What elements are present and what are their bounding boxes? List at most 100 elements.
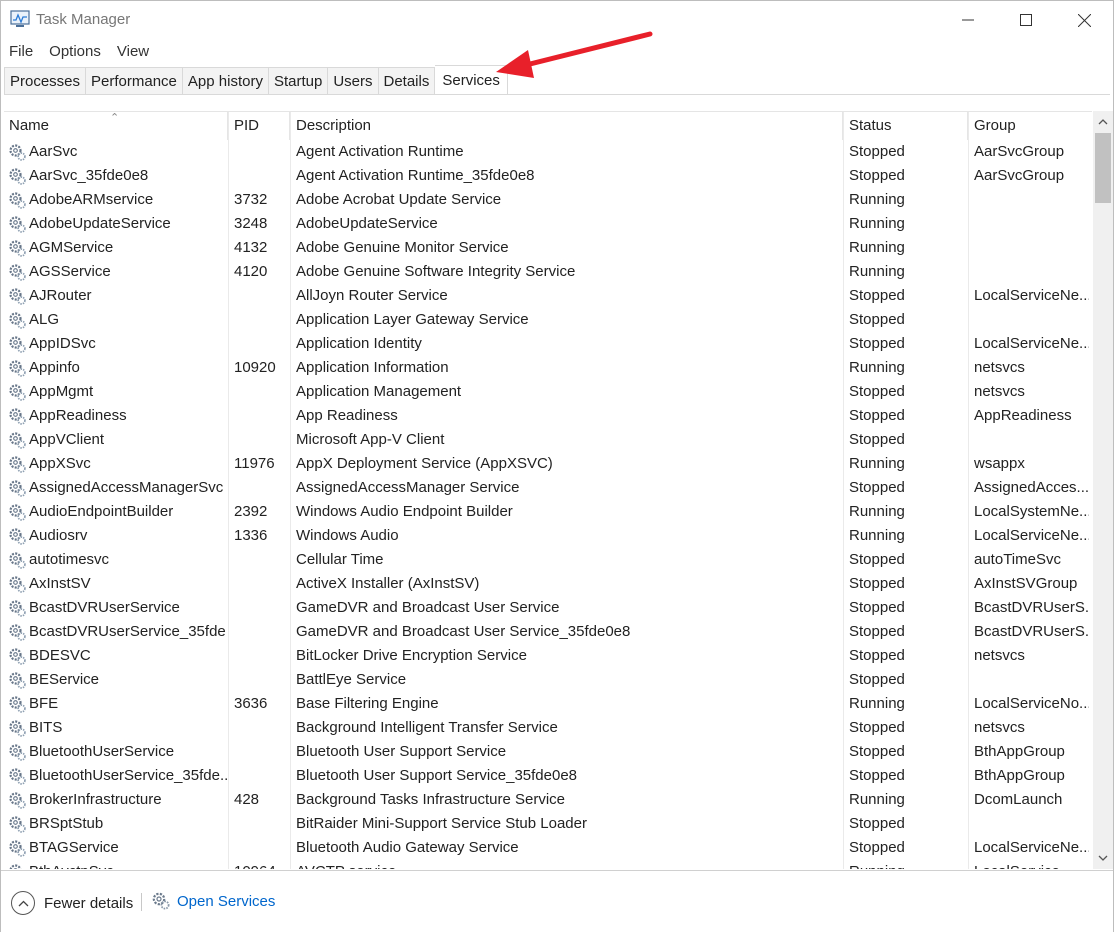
service-description: Bluetooth User Support Service — [296, 743, 507, 760]
tab-users[interactable]: Users — [328, 67, 379, 95]
service-group: LocalService — [974, 860, 1089, 869]
table-row[interactable]: AudioEndpointBuilder 2392 Windows Audio En… — [4, 500, 1092, 524]
service-name: AppVClient — [29, 431, 105, 448]
table-row[interactable]: AxInstSV ActiveX Installer (AxInstSV) Stop… — [4, 572, 1092, 596]
service-group: AarSvcGroup — [974, 143, 1065, 160]
service-name: AdobeUpdateService — [29, 215, 171, 232]
table-row[interactable]: AdobeARMservice 3732 Adobe Acrobat Update … — [4, 188, 1092, 212]
service-name: Appinfo — [29, 359, 80, 376]
table-row[interactable]: BFE 3636 Base Filtering Engine Running Local… — [4, 692, 1092, 716]
table-row[interactable]: BluetoothUserService_35fde... Bluetooth U… — [4, 764, 1092, 788]
scroll-up-button[interactable] — [1093, 113, 1113, 131]
column-header-description[interactable]: Description — [291, 112, 843, 140]
table-row[interactable]: Appinfo 10920 Application Information Runni… — [4, 356, 1092, 380]
column-header-group[interactable]: Group — [969, 112, 1092, 140]
service-description: Agent Activation Runtime — [296, 143, 464, 160]
service-description: Bluetooth Audio Gateway Service — [296, 839, 519, 856]
service-status: Stopped — [849, 743, 905, 760]
menu-options[interactable]: Options — [41, 41, 109, 63]
table-row[interactable]: AppXSvc 11976 AppX Deployment Service (App… — [4, 452, 1092, 476]
service-name: AppMgmt — [29, 383, 94, 400]
service-name: AxInstSV — [29, 575, 91, 592]
tab-services[interactable]: Services — [435, 65, 508, 95]
table-row[interactable]: AGMService 4132 Adobe Genuine Monitor Serv… — [4, 236, 1092, 260]
table-row[interactable]: BrokerInfrastructure 428 Background Tasks … — [4, 788, 1092, 812]
table-row[interactable]: AdobeUpdateService 3248 AdobeUpdateService… — [4, 212, 1092, 236]
table-row[interactable]: BRSptStub BitRaider Mini-Support Service … — [4, 812, 1092, 836]
tab-app-history[interactable]: App history — [182, 67, 269, 95]
service-name: ALG — [29, 311, 60, 328]
table-row[interactable]: AppReadiness App Readiness Stopped AppReadi… — [4, 404, 1092, 428]
column-header-pid[interactable]: PID — [229, 112, 290, 140]
service-status: Running — [849, 860, 967, 869]
service-group — [974, 236, 1089, 260]
tab-performance[interactable]: Performance — [86, 67, 183, 95]
table-row[interactable]: AJRouter AllJoyn Router Service Stopped Loc… — [4, 284, 1092, 308]
service-name: autotimesvc — [29, 551, 110, 568]
service-status: Stopped — [849, 383, 905, 400]
minimize-button[interactable] — [939, 1, 997, 39]
service-status: Stopped — [849, 311, 905, 328]
service-pid: 10964 — [234, 860, 289, 869]
table-row[interactable]: autotimesvc Cellular Time Stopped autoTimeS… — [4, 548, 1092, 572]
table-row[interactable]: AppMgmt Application Management Stopped nets… — [4, 380, 1092, 404]
vertical-scrollbar[interactable] — [1093, 111, 1113, 869]
service-status: Stopped — [849, 767, 905, 784]
table-row[interactable]: ALG Application Layer Gateway Service Stop… — [4, 308, 1092, 332]
services-table: Name ⌃ PID Description Status Group AarS… — [4, 111, 1092, 869]
column-header-status[interactable]: Status — [844, 112, 968, 140]
service-description: Application Layer Gateway Service — [296, 311, 529, 328]
menu-view[interactable]: View — [109, 41, 157, 63]
service-group: AppReadiness — [974, 407, 1072, 424]
menu-file[interactable]: File — [1, 41, 41, 63]
table-row[interactable]: Audiosrv 1336 Windows Audio Running LocalSer… — [4, 524, 1092, 548]
table-row[interactable]: BluetoothUserService Bluetooth User Suppo… — [4, 740, 1092, 764]
service-pid: 4120 — [234, 263, 268, 280]
service-description: Windows Audio Endpoint Builder — [296, 503, 513, 520]
table-row[interactable]: BEService BattlEye Service Stopped — [4, 668, 1092, 692]
table-row[interactable]: BTAGService Bluetooth Audio Gateway Servi… — [4, 836, 1092, 860]
close-button[interactable] — [1055, 1, 1113, 39]
service-description: AdobeUpdateService — [296, 215, 438, 232]
tab-details[interactable]: Details — [378, 67, 436, 95]
table-row[interactable]: BITS Background Intelligent Transfer Serv… — [4, 716, 1092, 740]
scroll-down-button[interactable] — [1093, 849, 1113, 867]
table-row[interactable]: AppIDSvc Application Identity Stopped Local… — [4, 332, 1092, 356]
service-name: AJRouter — [29, 287, 92, 304]
fewer-details-button[interactable]: Fewer details — [11, 891, 133, 915]
service-description: Windows Audio — [296, 527, 399, 544]
table-row[interactable]: BthAvctpSvc 10964 AVCTP service Running Loca… — [4, 860, 1092, 869]
service-name: BluetoothUserService_35fde... — [29, 767, 227, 784]
service-description: AllJoyn Router Service — [296, 287, 448, 304]
gear-icon — [8, 191, 27, 210]
service-pid — [234, 596, 289, 620]
gear-icon — [8, 767, 27, 786]
footer-bar: Fewer details Open Services — [1, 870, 1113, 932]
service-description: BattlEye Service — [296, 671, 407, 688]
open-services-link[interactable]: Open Services — [151, 891, 275, 911]
column-header-name[interactable]: Name ⌃ — [4, 112, 228, 140]
table-row[interactable]: BcastDVRUserService GameDVR and Broadcast… — [4, 596, 1092, 620]
service-pid — [234, 308, 289, 332]
service-group: BthAppGroup — [974, 767, 1065, 784]
service-pid — [234, 164, 289, 188]
table-row[interactable]: AarSvc Agent Activation Runtime Stopped Aar… — [4, 140, 1092, 164]
service-status: Stopped — [849, 623, 905, 640]
service-group — [974, 260, 1089, 284]
scroll-thumb[interactable] — [1095, 133, 1111, 203]
gear-icon — [8, 671, 27, 690]
service-pid — [234, 428, 289, 452]
tab-startup[interactable]: Startup — [268, 67, 329, 95]
tab-processes[interactable]: Processes — [4, 67, 87, 95]
table-row[interactable]: AssignedAccessManagerSvc AssignedAccessMa… — [4, 476, 1092, 500]
gear-icon — [8, 167, 27, 186]
table-row[interactable]: BDESVC BitLocker Drive Encryption Service… — [4, 644, 1092, 668]
service-group: wsappx — [974, 455, 1025, 472]
title-bar: Task Manager — [1, 1, 1113, 39]
table-row[interactable]: AGSService 4120 Adobe Genuine Software Int… — [4, 260, 1092, 284]
column-header-status-label: Status — [849, 117, 892, 134]
table-row[interactable]: AppVClient Microsoft App-V Client Stopped — [4, 428, 1092, 452]
table-row[interactable]: BcastDVRUserService_35fde... GameDVR and … — [4, 620, 1092, 644]
table-row[interactable]: AarSvc_35fde0e8 Agent Activation Runtime_… — [4, 164, 1092, 188]
maximize-button[interactable] — [997, 1, 1055, 39]
